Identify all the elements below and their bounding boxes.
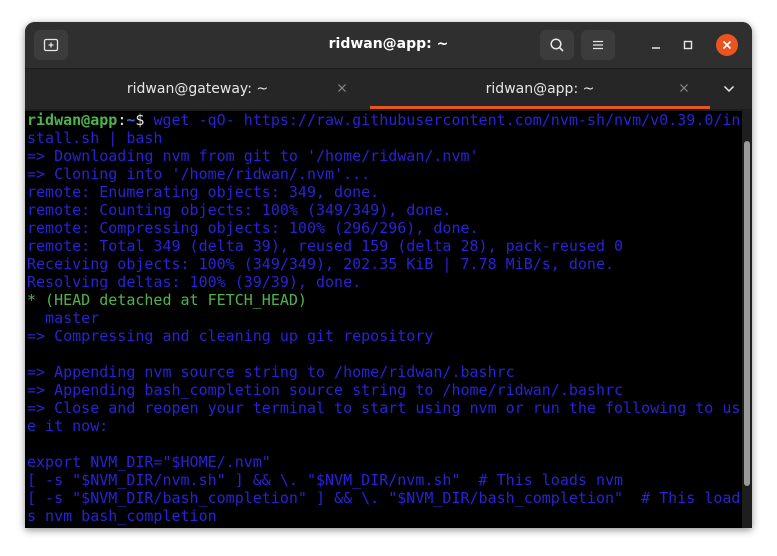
search-button[interactable] (540, 30, 574, 60)
scrollbar-thumb[interactable] (744, 141, 750, 486)
prompt-separator: : (117, 111, 127, 129)
output-line: [ -s "$NVM_DIR/bash_completion" ] && \. … (27, 489, 741, 507)
vertical-scrollbar[interactable] (742, 111, 752, 528)
window-title: ridwan@app: ~ (328, 36, 449, 52)
command-line-wrap: stall.sh | bash (27, 129, 163, 147)
output-line: Receiving objects: 100% (349/349), 202.3… (27, 255, 614, 273)
output-line: [ -s "$NVM_DIR/nvm.sh" ] && \. "$NVM_DIR… (27, 471, 624, 489)
output-line: s nvm bash_completion (27, 507, 217, 525)
close-button[interactable] (716, 34, 738, 56)
menu-button[interactable] (581, 30, 615, 60)
tab-ridwan-app[interactable]: ridwan@app: ~ (370, 69, 710, 109)
active-tab-indicator (370, 106, 710, 109)
hamburger-menu-icon (593, 40, 603, 50)
minimize-button[interactable] (646, 35, 666, 55)
terminal-window: ridwan@app: ~ ridwan@gateway: ~ ridwan@a… (25, 22, 752, 528)
output-line: => Cloning into '/home/ridwan/.nvm'... (27, 165, 371, 183)
tab-list-button[interactable] (718, 79, 740, 99)
chevron-down-icon (723, 85, 735, 93)
prompt-symbol: $ (135, 111, 154, 129)
tab-ridwan-gateway[interactable]: ridwan@gateway: ~ (25, 69, 370, 109)
output-line: remote: Counting objects: 100% (349/349)… (27, 201, 452, 219)
output-line: => Downloading nvm from git to '/home/ri… (27, 147, 479, 165)
output-line: => Appending bash_completion source stri… (27, 381, 624, 399)
tab-label: ridwan@app: ~ (485, 81, 595, 97)
search-icon (550, 38, 564, 52)
tab-bar: ridwan@gateway: ~ ridwan@app: ~ (25, 69, 752, 109)
close-icon (338, 84, 346, 92)
output-line: * (HEAD detached at FETCH_HEAD) (27, 291, 307, 309)
output-line: => Close and reopen your terminal to sta… (27, 399, 741, 417)
output-line: => Appending nvm source string to /home/… (27, 363, 515, 381)
close-icon (680, 84, 688, 92)
close-icon (722, 40, 732, 50)
maximize-icon (683, 40, 693, 50)
output-line: export NVM_DIR="$HOME/.nvm" (27, 453, 271, 471)
header-bar: ridwan@app: ~ (25, 22, 752, 69)
output-line: e it now: (27, 417, 109, 435)
prompt-user: ridwan@app (27, 111, 118, 129)
tab-close-button[interactable] (333, 79, 351, 97)
terminal-output[interactable]: ridwan@app:~$ wget -qO- https://raw.gith… (25, 111, 742, 528)
command-text: wget -qO- https://raw.githubusercontent.… (153, 111, 741, 129)
output-line: remote: Compressing objects: 100% (296/2… (27, 219, 479, 237)
output-line: remote: Total 349 (delta 39), reused 159… (27, 237, 624, 255)
tab-close-button[interactable] (675, 79, 693, 97)
output-line: Resolving deltas: 100% (39/39), done. (27, 273, 362, 291)
maximize-button[interactable] (678, 35, 698, 55)
minimize-icon (652, 47, 660, 49)
output-line: => Compressing and cleaning up git repos… (27, 327, 434, 345)
output-line: remote: Enumerating objects: 349, done. (27, 183, 380, 201)
tab-label: ridwan@gateway: ~ (126, 81, 269, 97)
output-line: master (27, 309, 100, 327)
command-line: ridwan@app:~$ wget -qO- https://raw.gith… (25, 111, 742, 129)
